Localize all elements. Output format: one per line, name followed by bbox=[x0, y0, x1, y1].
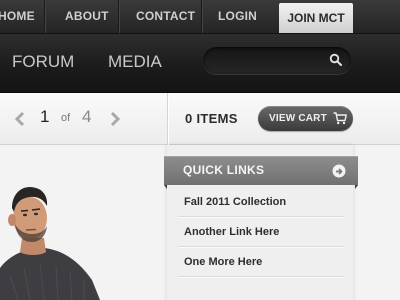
cart-item-count: 0 ITEMS bbox=[185, 111, 238, 126]
nav-link-home[interactable]: HOME bbox=[0, 0, 35, 33]
ribbon-fold-left bbox=[164, 185, 167, 189]
nav-link-about[interactable]: ABOUT bbox=[65, 0, 109, 33]
search-icon[interactable] bbox=[329, 53, 343, 67]
view-cart-label: VIEW CART bbox=[269, 113, 327, 124]
nav-divider bbox=[118, 0, 119, 33]
previous-page-icon[interactable] bbox=[13, 111, 27, 127]
nav-link-login[interactable]: LOGIN bbox=[218, 0, 257, 33]
join-button[interactable]: JOIN MCT bbox=[279, 3, 353, 33]
nav-divider bbox=[201, 0, 202, 33]
next-page-icon[interactable] bbox=[108, 111, 122, 127]
ribbon-fold-right bbox=[355, 185, 358, 189]
page-of-label: of bbox=[61, 112, 71, 124]
quick-link-item[interactable]: Another Link Here bbox=[184, 217, 279, 247]
quick-links-header: QUICK LINKS bbox=[164, 156, 358, 185]
search-box bbox=[203, 47, 351, 74]
quick-link-separator bbox=[178, 276, 344, 277]
arrow-circle-icon[interactable] bbox=[332, 164, 346, 178]
top-nav-bar: HOME ABOUT CONTACT LOGIN JOIN MCT bbox=[0, 0, 400, 34]
utility-bar: 1 of 4 0 ITEMS VIEW CART bbox=[0, 93, 400, 145]
main-header: FORUM MEDIA bbox=[0, 34, 400, 93]
utility-divider bbox=[167, 93, 168, 145]
nav-link-contact[interactable]: CONTACT bbox=[136, 0, 195, 33]
nav-link-media[interactable]: MEDIA bbox=[108, 34, 162, 90]
quick-link-item[interactable]: Fall 2011 Collection bbox=[184, 187, 286, 217]
nav-link-forum[interactable]: FORUM bbox=[12, 34, 74, 90]
nav-divider bbox=[44, 0, 45, 33]
search-input[interactable] bbox=[215, 51, 323, 71]
person-photo bbox=[0, 186, 100, 300]
total-pages-number: 4 bbox=[82, 107, 92, 126]
current-page-number: 1 bbox=[40, 107, 50, 126]
cart-icon bbox=[333, 112, 347, 125]
view-cart-button[interactable]: VIEW CART bbox=[258, 106, 353, 131]
quick-link-item[interactable]: One More Here bbox=[184, 247, 262, 277]
quick-links-title: QUICK LINKS bbox=[183, 163, 265, 177]
